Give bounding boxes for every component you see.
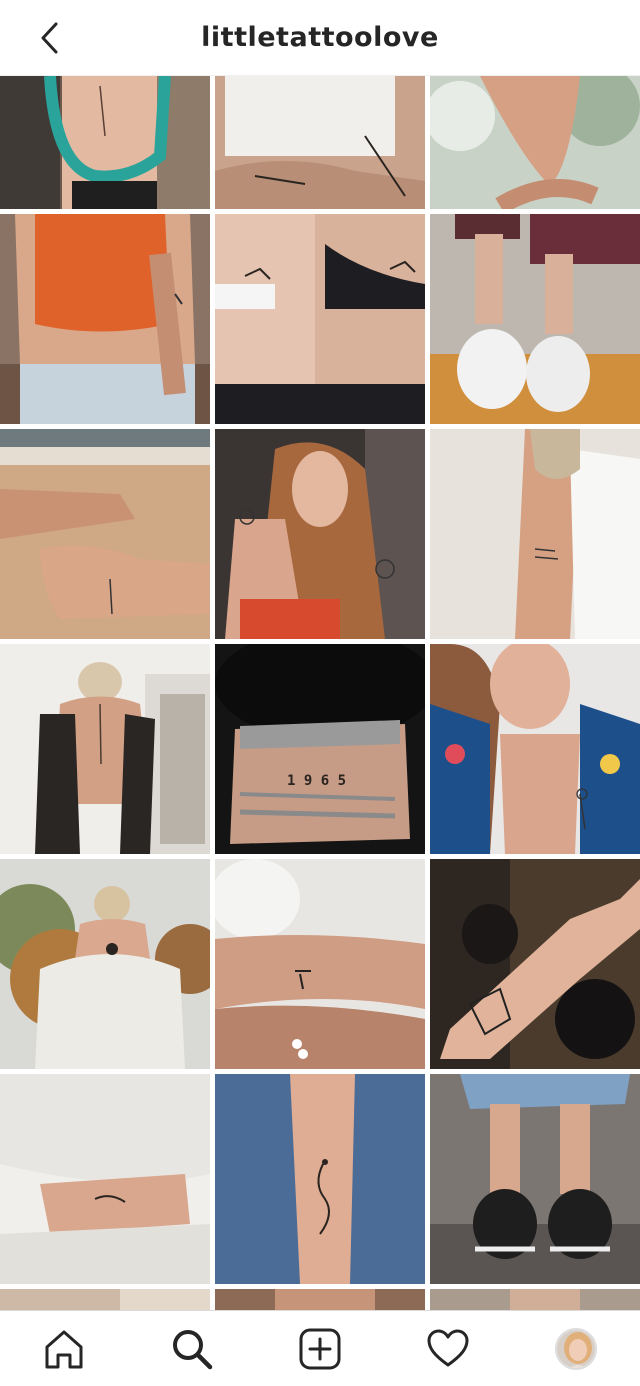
- post-thumbnail[interactable]: [0, 644, 210, 854]
- heart-icon: [427, 1329, 469, 1366]
- post-thumbnail[interactable]: 1 9 6 5: [215, 644, 425, 854]
- post-thumbnail[interactable]: [430, 1289, 640, 1310]
- post-thumbnail[interactable]: [430, 859, 640, 1069]
- nav-profile[interactable]: [544, 1317, 608, 1381]
- post-thumbnail[interactable]: [430, 76, 640, 209]
- post-thumbnail[interactable]: [215, 859, 425, 1069]
- post-thumbnail[interactable]: [430, 214, 640, 424]
- post-thumbnail[interactable]: [215, 214, 425, 424]
- post-thumbnail[interactable]: [430, 644, 640, 854]
- post-thumbnail[interactable]: [0, 76, 210, 209]
- home-icon: [45, 1330, 83, 1368]
- post-grid: 1 9 6 5: [0, 76, 640, 1310]
- post-thumbnail[interactable]: [215, 1289, 425, 1310]
- app-screen: littletattoolove 1 9 6 5: [0, 0, 640, 1386]
- avatar: [555, 1327, 597, 1370]
- nav-search[interactable]: [160, 1317, 224, 1381]
- post-thumbnail[interactable]: [215, 1074, 425, 1284]
- bottom-nav: [0, 1310, 640, 1386]
- post-thumbnail[interactable]: [0, 859, 210, 1069]
- back-button[interactable]: [30, 18, 70, 58]
- nav-activity[interactable]: [416, 1317, 480, 1381]
- chevron-left-icon: [41, 22, 58, 54]
- tattoo-number-text: 1 9 6 5: [287, 773, 346, 789]
- nav-home[interactable]: [32, 1317, 96, 1381]
- post-thumbnail[interactable]: [0, 1289, 210, 1310]
- plus-square-icon: [299, 1328, 341, 1369]
- page-title: littletattoolove: [201, 22, 439, 53]
- search-icon: [173, 1329, 213, 1369]
- post-thumbnail[interactable]: [430, 429, 640, 639]
- nav-new-post[interactable]: [288, 1317, 352, 1381]
- post-thumbnail[interactable]: [430, 1074, 640, 1284]
- post-thumbnail[interactable]: [215, 76, 425, 209]
- profile-header: littletattoolove: [0, 0, 640, 76]
- post-thumbnail[interactable]: [0, 1074, 210, 1284]
- post-thumbnail[interactable]: [215, 429, 425, 639]
- post-thumbnail[interactable]: [0, 429, 210, 639]
- post-thumbnail[interactable]: [0, 214, 210, 424]
